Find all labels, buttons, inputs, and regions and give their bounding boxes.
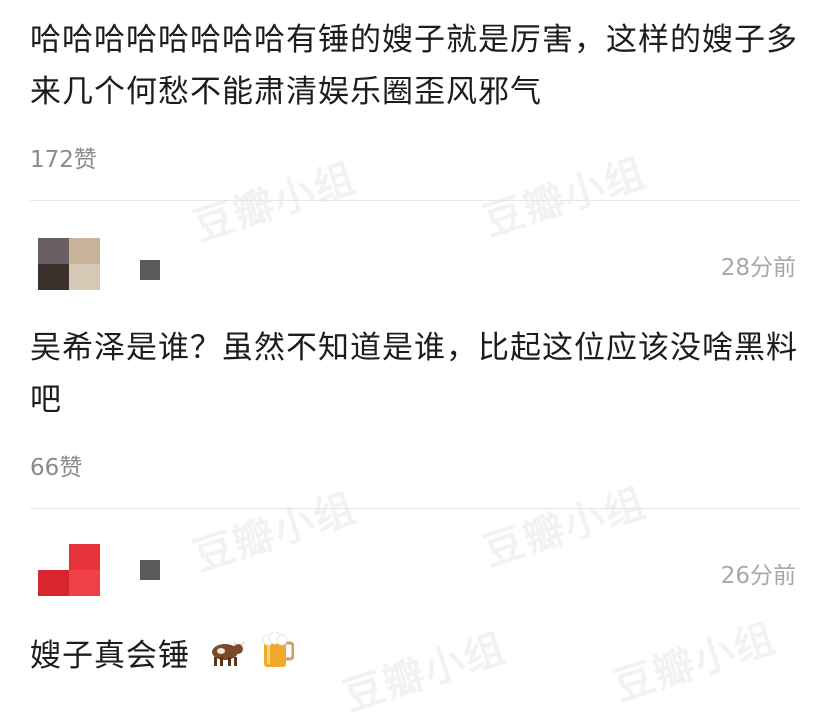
comment-text: 嫂子真会锤 [30,638,190,674]
comment-text-row: 嫂子真会锤 [30,630,805,685]
comment-text: 吴希泽是谁？虽然不知道是谁，比起这位应该没啥黑料吧 [30,330,798,418]
watermark: 豆瓣小组 [188,484,363,581]
comment-time: 26分前 [720,563,796,589]
like-count[interactable]: 172赞 [30,140,97,174]
username-redacted[interactable] [140,260,160,280]
watermark: 豆瓣小组 [478,149,653,246]
avatar[interactable] [38,544,100,596]
like-count[interactable]: 66赞 [30,448,82,482]
comment-text: 哈哈哈哈哈哈哈哈有锤的嫂子就是厉害，这样的嫂子多来几个何愁不能肃清娱乐圈歪风邪气 [30,22,798,110]
username-redacted[interactable] [140,560,160,580]
beer-mug-icon [260,631,295,685]
watermark: 豆瓣小组 [478,479,653,576]
comment-time: 28分前 [720,255,796,281]
divider [30,508,800,509]
avatar[interactable] [38,238,100,290]
divider [30,200,800,201]
watermark: 豆瓣小组 [188,154,363,251]
cow-icon [205,632,245,684]
